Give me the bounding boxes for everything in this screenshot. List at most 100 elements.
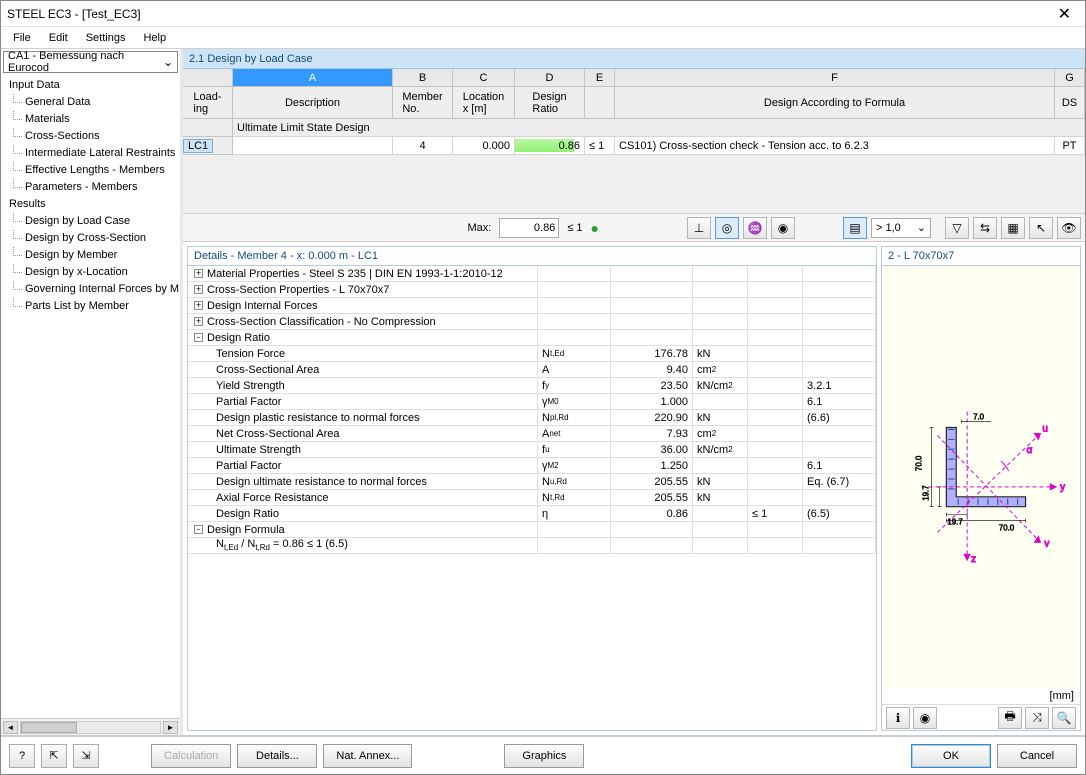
nav-pane: CA1 - Bemessung nach Eurocod Input Data …	[1, 49, 183, 735]
eye-icon[interactable]: 👁	[1057, 217, 1081, 239]
details-row: Design Ratioη0.86≤ 1(6.5)	[188, 506, 876, 522]
details-row: +Material Properties - Steel S 235 | DIN…	[188, 266, 876, 282]
pick-icon[interactable]: ↖	[1029, 217, 1053, 239]
svg-text:z: z	[971, 554, 976, 565]
svg-text:7.0: 7.0	[973, 413, 985, 422]
preview-title: 2 - L 70x70x7	[882, 247, 1080, 266]
import-icon[interactable]: ⇲	[73, 744, 99, 768]
zoom-icon[interactable]: 🔍	[1052, 707, 1076, 729]
cancel-button[interactable]: Cancel	[997, 744, 1077, 768]
section-icon[interactable]: ◉	[913, 707, 937, 729]
footer: ? ⇱ ⇲ Calculation Details... Nat. Annex.…	[1, 736, 1085, 774]
details-row: +Cross-Section Properties - L 70x70x7	[188, 282, 876, 298]
expand-icon[interactable]: +	[194, 285, 203, 294]
hdr-loading: Load- ing	[183, 87, 233, 119]
max-value-input[interactable]	[499, 218, 559, 238]
hdr-ratio: Design Ratio	[515, 87, 585, 119]
col-B[interactable]: B	[393, 69, 453, 87]
nav-design-xloc[interactable]: Design by x-Location	[23, 264, 176, 281]
col-A[interactable]: A	[233, 69, 393, 87]
help-icon[interactable]: ?	[9, 744, 35, 768]
svg-text:v: v	[1044, 538, 1049, 549]
svg-text:α: α	[1027, 445, 1033, 456]
filter-color-icon[interactable]: ▤	[843, 217, 867, 239]
expand-icon[interactable]: +	[194, 301, 203, 310]
menu-edit[interactable]: Edit	[41, 30, 76, 46]
cross-section-graphic: y z u v α 70.0 70.0	[882, 266, 1080, 688]
details-row: Partial FactorγM21.2506.1	[188, 458, 876, 474]
info-icon[interactable]: ℹ	[886, 707, 910, 729]
tool-icon-3[interactable]: ♒	[743, 217, 767, 239]
collapse-icon[interactable]: -	[194, 333, 203, 342]
col-C[interactable]: C	[453, 69, 515, 87]
export-icon[interactable]: ⇱	[41, 744, 67, 768]
ratio-cell: 0.86	[515, 137, 585, 155]
details-row: Design plastic resistance to normal forc…	[188, 410, 876, 426]
nat-annex-button[interactable]: Nat. Annex...	[323, 744, 412, 768]
check-ok-icon: ●	[591, 220, 599, 236]
expand-icon[interactable]: +	[194, 317, 203, 326]
nav-effective-lengths[interactable]: Effective Lengths - Members	[23, 162, 176, 179]
hdr-desc: Description	[233, 87, 393, 119]
nav-design-xsection[interactable]: Design by Cross-Section	[23, 230, 176, 247]
expand-icon[interactable]: +	[194, 269, 203, 278]
titlebar: STEEL EC3 - [Test_EC3] ✕	[1, 1, 1085, 27]
print-icon[interactable]: 🖶	[998, 707, 1022, 729]
details-row: Design ultimate resistance to normal for…	[188, 474, 876, 490]
nav-general-data[interactable]: General Data	[23, 94, 176, 111]
hdr-formula: Design According to Formula	[615, 87, 1055, 119]
case-dropdown[interactable]: CA1 - Bemessung nach Eurocod	[3, 51, 178, 73]
nav-parts-list[interactable]: Parts List by Member	[23, 298, 176, 315]
nav-scrollbar[interactable]: ◄ ►	[1, 718, 180, 735]
hdr-member: Member No.	[393, 87, 453, 119]
preview-panel: 2 - L 70x70x7	[881, 246, 1081, 731]
nav-design-member[interactable]: Design by Member	[23, 247, 176, 264]
excel-icon[interactable]: ▦	[1001, 217, 1025, 239]
details-row: Net Cross-Sectional AreaAnet7.93cm2	[188, 426, 876, 442]
col-F[interactable]: F	[615, 69, 1055, 87]
result-grid: A B C D E F G Load- ing Description Memb…	[183, 69, 1085, 214]
menu-help[interactable]: Help	[135, 30, 174, 46]
nav-parameters[interactable]: Parameters - Members	[23, 179, 176, 196]
menu-file[interactable]: File	[5, 30, 39, 46]
menubar: File Edit Settings Help	[1, 27, 1085, 49]
col-E[interactable]: E	[585, 69, 615, 87]
collapse-icon[interactable]: -	[194, 525, 203, 534]
sort-icon[interactable]: ⇆	[973, 217, 997, 239]
svg-text:19.7: 19.7	[922, 485, 931, 500]
svg-text:19.7: 19.7	[947, 518, 962, 527]
graphics-button[interactable]: Graphics	[504, 744, 584, 768]
nav-gov-forces[interactable]: Governing Internal Forces by M	[23, 281, 176, 298]
details-panel: Details - Member 4 - x: 0.000 m - LC1 +M…	[187, 246, 877, 731]
ok-button[interactable]: OK	[911, 744, 991, 768]
preview-unit: [mm]	[882, 688, 1080, 704]
calculation-button[interactable]: Calculation	[151, 744, 231, 768]
filter-icon[interactable]: ▽	[945, 217, 969, 239]
tool-icon-1[interactable]: ⊥	[687, 217, 711, 239]
hdr-ds: DS	[1055, 87, 1085, 119]
nav-cross-sections[interactable]: Cross-Sections	[23, 128, 176, 145]
scroll-left-icon[interactable]: ◄	[3, 721, 18, 734]
tool-icon-4[interactable]: ◉	[771, 217, 795, 239]
filter-dropdown[interactable]: > 1,0	[871, 218, 931, 238]
close-icon[interactable]: ✕	[1050, 4, 1079, 24]
window-title: STEEL EC3 - [Test_EC3]	[7, 7, 1050, 21]
tool-icon-2[interactable]: ◎	[715, 217, 739, 239]
scroll-right-icon[interactable]: ►	[163, 721, 178, 734]
nav-input-data[interactable]: Input Data	[7, 77, 176, 94]
nav-materials[interactable]: Materials	[23, 111, 176, 128]
nav-lateral-restraints[interactable]: Intermediate Lateral Restraints	[23, 145, 176, 162]
svg-text:y: y	[1060, 482, 1065, 493]
col-D[interactable]: D	[515, 69, 585, 87]
col-G[interactable]: G	[1055, 69, 1085, 87]
svg-text:u: u	[1042, 423, 1048, 434]
grid-data-row[interactable]: LC1 4 0.000 0.86 ≤ 1 CS101) Cross-sectio…	[183, 137, 1085, 155]
nav-design-loadcase[interactable]: Design by Load Case	[23, 213, 176, 230]
details-row: +Design Internal Forces	[188, 298, 876, 314]
nav-results[interactable]: Results	[7, 196, 176, 213]
details-button[interactable]: Details...	[237, 744, 317, 768]
axes-icon[interactable]: ⤨	[1025, 707, 1049, 729]
menu-settings[interactable]: Settings	[78, 30, 134, 46]
details-row: Cross-Sectional AreaA9.40cm2	[188, 362, 876, 378]
details-table: +Material Properties - Steel S 235 | DIN…	[188, 266, 876, 730]
